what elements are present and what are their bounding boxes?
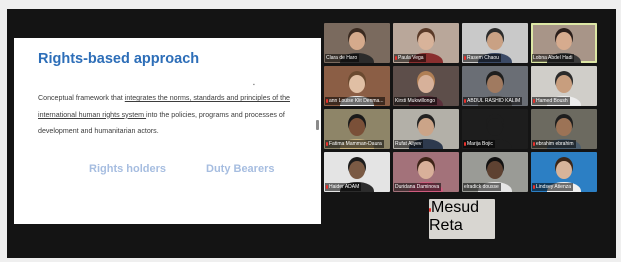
participant-tile[interactable]: Haider ADAM [324,152,390,192]
participant-tile[interactable]: Duridana Daminova [393,152,459,192]
participant-face [349,75,365,93]
participant-name-tag: ann Louise Klit Denma... [325,97,386,105]
participant-face [349,32,365,50]
participant-face [556,75,572,93]
participant-name-tag: Paula Vega [394,54,426,62]
participant-tile[interactable]: Marija Bojic [462,109,528,149]
participant-name: Kirsti Mukwillongo [395,98,436,104]
participant-name: ann Louise Klit Denma... [329,98,384,104]
participant-name-tag: ebrahim ebrahim [532,140,576,148]
participant-name-tag: Hamed Boush [532,97,570,105]
participant-face [349,161,365,179]
participant-tile[interactable]: Rufat Aliyev [393,109,459,149]
participant-name: Paula Vega [398,55,424,61]
duty-bearers-label: Duty Bearers [206,163,275,175]
participant-name-tag: Haider ADAM [325,183,362,191]
participant-name-tag: Clara de Haro [325,54,360,62]
mic-muted-icon [326,185,328,189]
mic-muted-icon [464,99,466,103]
participant-name-tag: Rasem Chaou [463,54,501,62]
participant-name-tag: Lindsey Atienza [532,183,574,191]
participant-name: Fatima Mamman-Daura [329,141,382,147]
participant-name-tag: Fatima Mamman-Daura [325,140,384,148]
participant-name: Hamed Boush [536,98,568,104]
participant-name-tag: Marija Bojic [463,140,495,148]
participant-name: ABDUL RASHID KALIM [467,98,521,104]
participant-tile[interactable]: Kirsti Mukwillongo [393,66,459,106]
slide-body: Conceptual framework that integrates the… [38,90,314,140]
participant-name-tag: elradick dousse [463,183,501,191]
participant-tile[interactable]: Lindsey Atienza [531,152,597,192]
participant-face [556,118,572,136]
participant-tile[interactable]: ann Louise Klit Denma... [324,66,390,106]
mic-muted-icon [395,56,397,60]
participant-tile[interactable]: Lobna Abdel Hadi [531,23,597,63]
participant-grid: Clara de Haro Paula Vega Rasem Chaou Lobna … [324,23,597,192]
participant-name-tag: Rufat Aliyev [394,140,424,148]
participant-tile[interactable]: Paula Vega [393,23,459,63]
cursor-mark: ▪ [253,82,255,88]
mic-muted-icon [464,142,466,146]
slide-body-prefix: Conceptual framework that [38,94,125,102]
participant-tile[interactable]: Rasem Chaou [462,23,528,63]
mic-muted-icon [533,142,535,146]
participant-face [487,75,503,93]
participant-name-tag: Duridana Daminova [394,183,442,191]
participant-name: Duridana Daminova [395,184,440,190]
participant-name: Lobna Abdel Hadi [533,55,573,61]
participant-face [418,118,434,136]
participant-name: Rasem Chaou [467,55,499,61]
slide-title: Rights-based approach [38,51,200,67]
participant-tile[interactable]: elradick dousse [462,152,528,192]
participant-name-tag: Lobna Abdel Hadi [532,54,575,62]
participant-tile[interactable]: Hamed Boush [531,66,597,106]
participant-face [487,32,503,50]
participant-name: Marija Bojic [467,141,493,147]
participant-face [349,118,365,136]
participant-name-tag: Kirsti Mukwillongo [394,97,438,105]
participant-face [487,118,503,136]
participant-name: Haider ADAM [329,184,360,190]
participant-face [418,161,434,179]
mic-muted-icon [464,56,466,60]
participant-name: ebrahim ebrahim [536,141,574,147]
mic-muted-icon [533,185,535,189]
participant-name: Clara de Haro [326,55,358,61]
participant-face [418,32,434,50]
participant-name: Rufat Aliyev [395,141,422,147]
participant-face [556,32,572,50]
shared-screen-slide: Rights-based approach Conceptual framewo… [14,38,321,224]
mic-muted-icon [533,99,535,103]
participant-tile[interactable]: Clara de Haro [324,23,390,63]
participant-tile[interactable]: ABDUL RASHID KALIM [462,66,528,106]
participant-tile[interactable]: Fatima Mamman-Daura [324,109,390,149]
split-handle[interactable] [316,120,319,130]
rights-holders-label: Rights holders [89,163,167,175]
participant-face [556,161,572,179]
participant-name-tag: Mesud Reta [429,199,495,235]
participant-tile-presenter[interactable]: Mesud Reta [429,199,495,239]
mic-muted-icon [326,99,328,103]
participant-face [418,75,434,93]
participant-face [487,161,503,179]
mic-muted-icon [326,142,328,146]
participant-tile[interactable]: ebrahim ebrahim [531,109,597,149]
participant-name: elradick dousse [464,184,499,190]
participant-name: Mesud Reta [429,199,480,234]
participant-name-tag: ABDUL RASHID KALIM [463,97,523,105]
participant-name: Lindsey Atienza [536,184,572,190]
